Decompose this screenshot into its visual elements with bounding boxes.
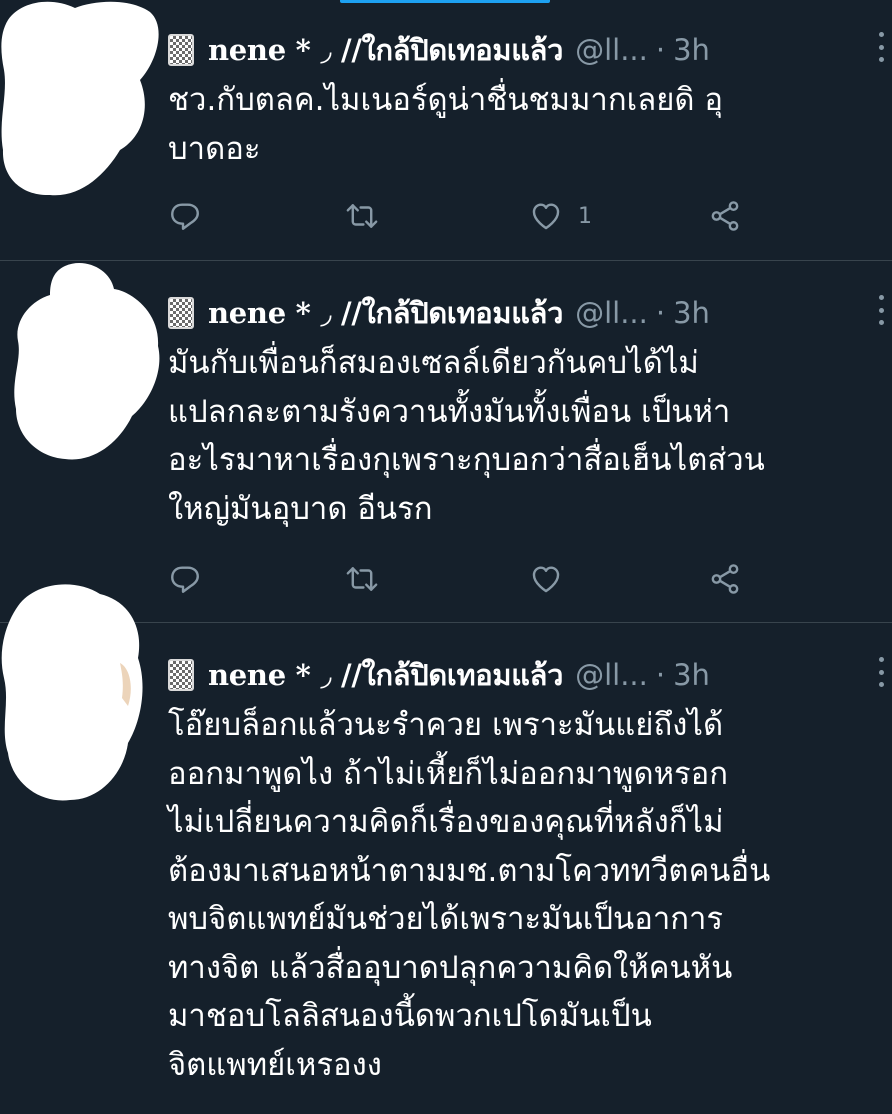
share-icon — [708, 562, 742, 596]
tweet-text-line: จิตแพทย์เหรองง — [168, 1046, 382, 1083]
name-emoji-icon — [168, 297, 194, 329]
more-icon[interactable] — [876, 295, 886, 325]
separator-dot: · — [655, 33, 666, 67]
avatar[interactable] — [10, 261, 170, 466]
tweet-text-line: ใหญ่มันอุบาด อีนรก — [168, 490, 433, 527]
like-icon — [528, 562, 564, 596]
avatar[interactable] — [0, 0, 165, 200]
share-button[interactable] — [708, 559, 742, 599]
retweet-icon — [344, 562, 380, 596]
tweet[interactable]: nene * ◞ //ใกล้ปิดเทอมแล้ว @ll... · 3h โ… — [0, 584, 892, 1114]
tweet-text-line: มันกับเพื่อนก็สมองเซลล์เดียวกันคบได้ไม่ — [168, 345, 699, 381]
name-emoji-icon — [168, 659, 194, 691]
like-button[interactable]: 1 — [528, 196, 592, 236]
tweet-text-line: อะไรมาหาเรื่องกุเพราะกุบอกว่าสื่อเฮ็นไตส… — [168, 442, 765, 478]
tweet-text-line: บาดอะ — [168, 130, 261, 167]
tweet-text-line: แปลกละตามรังควานทั้งมันทั้งเพื่อน เป็นห่… — [168, 393, 731, 430]
retweet-button[interactable] — [344, 196, 380, 236]
tweet-text-line: ออกมาพูดไง ถ้าไม่เหี้ยก็ไม่ออกมาพูดหรอก — [168, 755, 729, 792]
tweet-text-line: ไม่เปลี่ยนความคิดก็เรื่องของคุณที่หลังก็… — [168, 804, 724, 840]
tweet-text-line: ชว.กับตลค.ไมเนอร์ดูน่าชื่นชมมากเลยดิ อุ — [168, 82, 723, 118]
tweet-text-line: โอ๊ยบล็อกแล้วนะรำควย เพราะมันแย่ถึงได้ — [168, 707, 724, 743]
share-button[interactable] — [708, 196, 742, 236]
tweet-actions: 1 — [168, 196, 768, 236]
tweet-actions — [168, 559, 768, 599]
display-name[interactable]: nene * ◞ //ใกล้ปิดเทอมแล้ว — [208, 27, 563, 73]
retweet-icon — [344, 199, 380, 233]
more-icon[interactable] — [876, 32, 886, 62]
timestamp[interactable]: 3h — [673, 296, 710, 330]
tweet-text: โอ๊ยบล็อกแล้วนะรำควย เพราะมันแย่ถึงได้ อ… — [168, 701, 868, 1089]
name-emoji-icon — [168, 34, 194, 66]
more-icon[interactable] — [876, 657, 886, 687]
display-name[interactable]: nene * ◞ //ใกล้ปิดเทอมแล้ว — [208, 290, 563, 336]
tweet-text-line: ต้องมาเสนอหน้าตามมช.ตามโควททวีตคนอื่น — [168, 852, 771, 889]
tweet-text-line: มาชอบโลลิสนองนี้ดพวกเปโดมันเป็น — [168, 998, 652, 1034]
timeline: nene * ◞ //ใกล้ปิดเทอมแล้ว @ll... · 3h ช… — [0, 0, 892, 1114]
like-icon — [528, 199, 564, 233]
tweet-text: มันกับเพื่อนก็สมองเซลล์เดียวกันคบได้ไม่ … — [168, 339, 868, 533]
user-handle[interactable]: @ll... — [575, 296, 648, 330]
display-name[interactable]: nene * ◞ //ใกล้ปิดเทอมแล้ว — [208, 652, 563, 698]
reply-button[interactable] — [168, 559, 202, 599]
tweet[interactable]: nene * ◞ //ใกล้ปิดเทอมแล้ว @ll... · 3h ช… — [0, 0, 892, 260]
separator-dot: · — [655, 296, 666, 330]
timestamp[interactable]: 3h — [673, 658, 710, 692]
separator-dot: · — [655, 658, 666, 692]
reply-button[interactable] — [168, 196, 202, 236]
like-count: 1 — [578, 203, 592, 229]
user-handle[interactable]: @ll... — [575, 33, 648, 67]
reply-icon — [168, 199, 202, 233]
tweet-text-line: ทางจิต แล้วสื่ออุบาดปลุกความคิดให้คนหัน — [168, 949, 733, 986]
reply-icon — [168, 562, 202, 596]
user-handle[interactable]: @ll... — [575, 658, 648, 692]
avatar[interactable] — [0, 578, 150, 808]
share-icon — [708, 199, 742, 233]
like-button[interactable] — [528, 559, 564, 599]
timestamp[interactable]: 3h — [673, 33, 710, 67]
tweet-text-line: พบจิตแพทย์มันช่วยได้เพราะมันเป็นอาการ — [168, 901, 724, 937]
retweet-button[interactable] — [344, 559, 380, 599]
tweet[interactable]: nene * ◞ //ใกล้ปิดเทอมแล้ว @ll... · 3h ม… — [0, 261, 892, 622]
tweet-text: ชว.กับตลค.ไมเนอร์ดูน่าชื่นชมมากเลยดิ อุ … — [168, 76, 868, 173]
